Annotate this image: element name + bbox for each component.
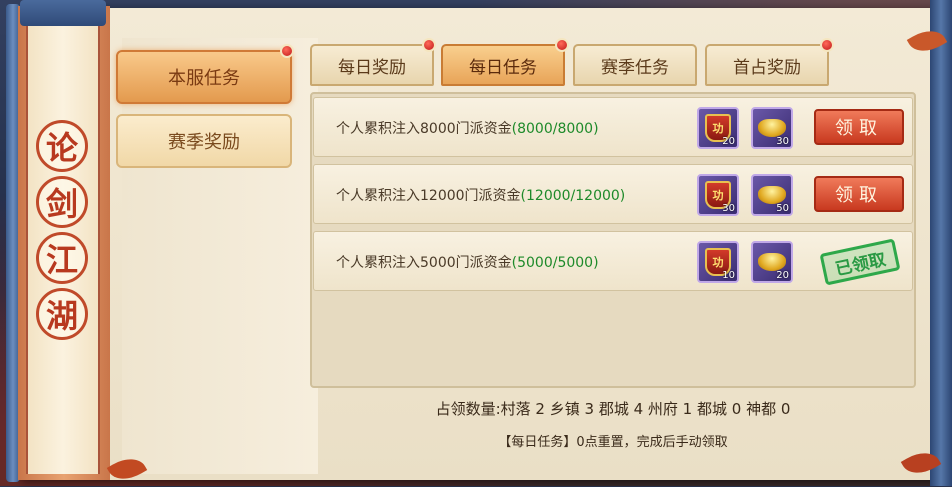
- task-row: 个人累积注入5000门派资金(5000/5000) 功 10 20 已领取: [313, 231, 913, 291]
- reward-count: 10: [722, 270, 735, 281]
- right-frame-rod: [930, 0, 952, 486]
- claimed-stamp: 已领取: [819, 238, 901, 286]
- tab-daily-tasks[interactable]: 每日任务: [441, 44, 565, 86]
- scroll-char: 论: [36, 120, 88, 172]
- notification-dot: [280, 44, 294, 58]
- side-menu-label: 赛季奖励: [168, 132, 240, 153]
- task-row: 个人累积注入12000门派资金(12000/12000) 功 30 50 领取: [313, 164, 913, 224]
- scroll-char: 剑: [36, 176, 88, 228]
- tab-daily-rewards[interactable]: 每日奖励: [310, 44, 434, 86]
- task-description: 个人累积注入5000门派资金(5000/5000): [336, 255, 599, 271]
- task-progress: (12000/12000): [520, 188, 626, 204]
- tab-label: 每日奖励: [338, 57, 406, 78]
- side-menu-season-rewards[interactable]: 赛季奖励: [116, 114, 292, 168]
- task-progress: (5000/5000): [511, 255, 599, 271]
- reward-item[interactable]: 50: [751, 174, 793, 216]
- notification-dot: [422, 38, 436, 52]
- notification-dot: [820, 38, 834, 52]
- gold-ingot-icon: [758, 119, 786, 137]
- reward-count: 20: [776, 270, 789, 281]
- reward-item[interactable]: 20: [751, 241, 793, 283]
- scroll-char: 江: [36, 232, 88, 284]
- reward-item[interactable]: 30: [751, 107, 793, 149]
- tab-label: 赛季任务: [601, 57, 669, 78]
- task-row: 个人累积注入8000门派资金(8000/8000) 功 20 30 领取: [313, 97, 913, 157]
- task-description: 个人累积注入12000门派资金(12000/12000): [336, 188, 626, 204]
- reward-count: 30: [776, 136, 789, 147]
- reset-note: 【每日任务】0点重置，完成后手动领取: [498, 435, 728, 450]
- task-progress: (8000/8000): [511, 121, 599, 137]
- reward-item[interactable]: 功 30: [697, 174, 739, 216]
- tab-season-tasks[interactable]: 赛季任务: [573, 44, 697, 86]
- reward-item[interactable]: 功 20: [697, 107, 739, 149]
- reward-count: 30: [722, 203, 735, 214]
- tab-label: 每日任务: [469, 57, 537, 78]
- gold-ingot-icon: [758, 186, 786, 204]
- scroll-title: 论 剑 江 湖: [33, 120, 91, 340]
- scroll-char: 湖: [36, 288, 88, 340]
- gold-ingot-icon: [758, 253, 786, 271]
- reward-item[interactable]: 功 10: [697, 241, 739, 283]
- side-menu-server-tasks[interactable]: 本服任务: [116, 50, 292, 104]
- reward-count: 50: [776, 203, 789, 214]
- side-menu-label: 本服任务: [168, 68, 240, 89]
- claim-button[interactable]: 领取: [814, 176, 904, 212]
- notification-dot: [555, 38, 569, 52]
- occupation-summary: 占领数量:村落 2 乡镇 3 郡城 4 州府 1 都城 0 神都 0: [435, 400, 791, 418]
- claim-button[interactable]: 领取: [814, 109, 904, 145]
- tab-label: 首占奖励: [733, 57, 801, 78]
- tab-first-occupation-rewards[interactable]: 首占奖励: [705, 44, 829, 86]
- scroll-cap: [20, 0, 106, 26]
- task-description: 个人累积注入8000门派资金(8000/8000): [336, 121, 599, 137]
- reward-count: 20: [722, 136, 735, 147]
